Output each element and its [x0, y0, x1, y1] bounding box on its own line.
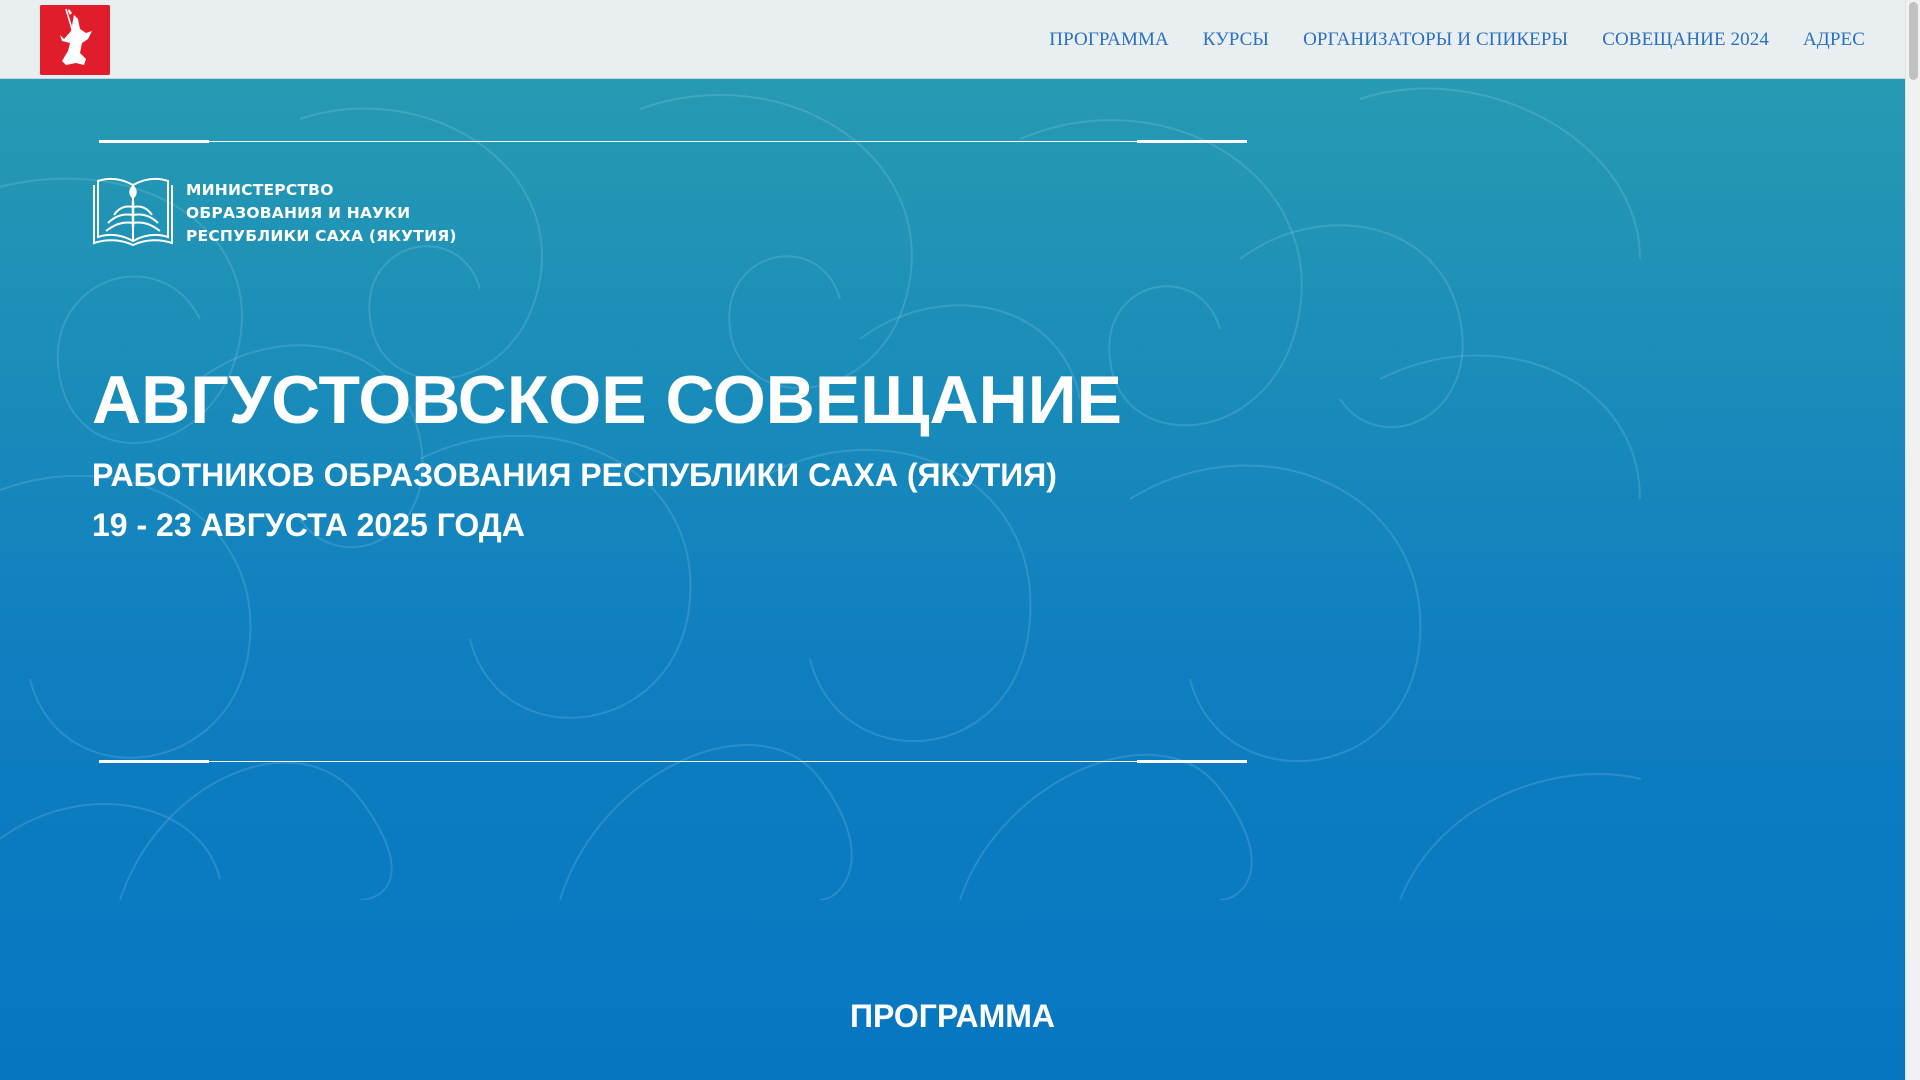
frame-line-bottom-middle: [209, 761, 1137, 762]
page-scrollbar[interactable]: [1905, 0, 1920, 1080]
frame-line-bottom-right: [1137, 760, 1247, 763]
frame-line-top-middle: [209, 141, 1137, 142]
ministry-name-line: РЕСПУБЛИКИ САХА (ЯКУТИЯ): [186, 226, 457, 245]
nav-item-program[interactable]: ПРОГРАММА: [1049, 29, 1169, 51]
nav-item-courses[interactable]: КУРСЫ: [1203, 29, 1269, 51]
hero-dates: 19 - 23 АВГУСТА 2025 ГОДА: [92, 507, 525, 543]
nav-item-meeting-2024[interactable]: СОВЕЩАНИЕ 2024: [1602, 29, 1769, 51]
frame-line-top-right: [1137, 140, 1247, 143]
scrollbar-thumb[interactable]: [1909, 2, 1918, 80]
main-nav: ПРОГРАММА КУРСЫ ОРГАНИЗАТОРЫ И СПИКЕРЫ С…: [1049, 0, 1865, 79]
page-background: МИНИСТЕРСТВО ОБРАЗОВАНИЯ И НАУКИ РЕСПУБЛ…: [0, 0, 1905, 1080]
open-book-emblem-icon: [92, 177, 174, 249]
motherland-monument-icon: [40, 5, 110, 75]
frame-line-bottom-left: [99, 760, 209, 763]
ministry-name-line: МИНИСТЕРСТВО: [186, 180, 334, 199]
home-logo-link[interactable]: [40, 5, 110, 75]
site-header: ПРОГРАММА КУРСЫ ОРГАНИЗАТОРЫ И СПИКЕРЫ С…: [0, 0, 1905, 79]
nav-item-organizers-speakers[interactable]: ОРГАНИЗАТОРЫ И СПИКЕРЫ: [1303, 29, 1568, 51]
hero-subtitle: РАБОТНИКОВ ОБРАЗОВАНИЯ РЕСПУБЛИКИ САХА (…: [92, 457, 1057, 493]
frame-line-top-left: [99, 140, 209, 143]
nav-item-address[interactable]: АДРЕС: [1803, 29, 1865, 51]
ministry-logo: МИНИСТЕРСТВО ОБРАЗОВАНИЯ И НАУКИ РЕСПУБЛ…: [92, 177, 457, 249]
section-title-program: ПРОГРАММА: [849, 998, 1055, 1034]
ministry-name: МИНИСТЕРСТВО ОБРАЗОВАНИЯ И НАУКИ РЕСПУБЛ…: [186, 179, 457, 248]
ministry-name-line: ОБРАЗОВАНИЯ И НАУКИ: [186, 203, 411, 222]
hero-title: АВГУСТОВСКОЕ СОВЕЩАНИЕ: [92, 362, 1122, 438]
